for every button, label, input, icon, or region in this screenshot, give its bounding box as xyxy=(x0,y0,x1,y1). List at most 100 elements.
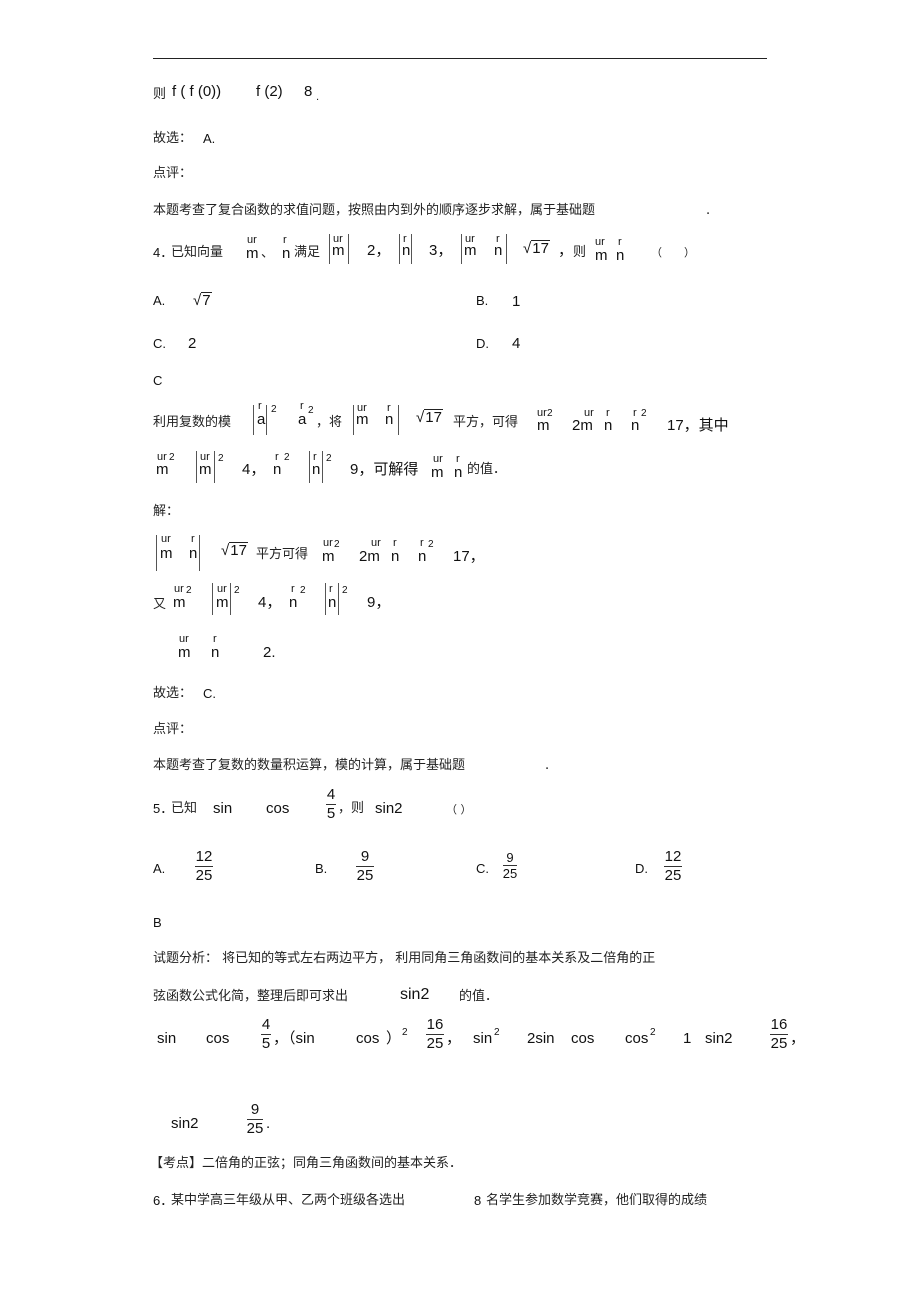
option-d-value: 4 xyxy=(512,335,521,352)
review-text: 本题考查了复合函数的求值问题，按照由内到外的顺序逐步求解，属于基础题 xyxy=(153,203,596,218)
radicand: 17 xyxy=(424,409,443,426)
math-expr: 2m xyxy=(572,417,593,434)
separator: 、 xyxy=(261,246,275,261)
period: . xyxy=(545,758,550,773)
option-a-value: √7 xyxy=(193,292,212,309)
vector-m: m xyxy=(595,247,608,264)
fraction-9-25: 9 25 xyxy=(244,1101,266,1138)
superscript: 2 xyxy=(326,453,332,464)
analysis-text: 平方，可得 xyxy=(453,415,519,430)
sqrt-17: √17 xyxy=(523,240,550,257)
numerator: 9 xyxy=(360,848,370,865)
abs-bar xyxy=(322,451,323,483)
numerator: 16 xyxy=(426,1016,444,1033)
superscript: 2 xyxy=(169,452,175,463)
abs-bar xyxy=(325,583,326,615)
math-sin2: sin2 xyxy=(375,800,403,817)
abs-bar xyxy=(212,583,213,615)
superscript: 2 xyxy=(650,1027,656,1038)
question-stem: 则 xyxy=(573,245,587,260)
abs-bar xyxy=(156,535,157,571)
superscript: 2 xyxy=(402,1027,408,1038)
comma: ， xyxy=(446,1030,462,1047)
question-stem: 某中学高三年级从甲、乙两个班级各选出 xyxy=(171,1193,406,1208)
analysis-text: 9，可解得 xyxy=(350,461,419,478)
math-value: 2， xyxy=(367,242,391,259)
option-d-label: D. xyxy=(476,336,489,351)
paren-close: ） xyxy=(386,1030,402,1047)
numerator: 12 xyxy=(664,848,682,865)
sqrt-17: √17 xyxy=(221,542,248,559)
superscript: 2 xyxy=(284,452,290,463)
option-a-value: 12 25 xyxy=(193,848,215,885)
option-b-value: 9 25 xyxy=(354,848,376,885)
analysis-text: 的值． xyxy=(467,462,507,477)
abs-bar xyxy=(253,405,254,435)
solution-text: 又 xyxy=(153,597,167,612)
option-c-value: 9 25 xyxy=(500,850,520,881)
abs-bar xyxy=(309,451,310,483)
vector-m: m xyxy=(464,242,477,259)
math-one: 1 xyxy=(683,1030,692,1047)
numerator: 4 xyxy=(326,786,336,803)
math-text: ，（sin xyxy=(273,1030,315,1047)
question-stem: ，则 xyxy=(338,801,365,816)
header-rule xyxy=(153,58,767,59)
superscript: 2 xyxy=(234,585,240,596)
answer-letter: C xyxy=(153,373,163,388)
abs-bar xyxy=(266,405,267,435)
vector-a: a xyxy=(298,411,307,428)
answer-value: C. xyxy=(203,686,216,701)
math-expr: 2m xyxy=(359,548,380,565)
option-d-label: D. xyxy=(635,861,648,876)
analysis-text: ，将 xyxy=(316,415,343,430)
vector-n: n xyxy=(616,247,625,264)
option-c-label: C. xyxy=(476,861,489,876)
option-b-label: B. xyxy=(315,861,328,876)
answer-paren: （ ） xyxy=(651,246,695,259)
fraction-4-5: 4 5 xyxy=(259,1016,273,1053)
vector-m: m xyxy=(178,644,191,661)
math-sin2: sin2 xyxy=(400,986,430,1003)
radicand: 7 xyxy=(201,292,212,309)
fraction-16-25: 16 25 xyxy=(424,1016,446,1053)
vector-m: m xyxy=(356,411,369,428)
period: . xyxy=(706,203,711,218)
vector-n: n xyxy=(604,417,613,434)
math-cos: cos xyxy=(625,1030,649,1047)
vector-n: n xyxy=(494,242,503,259)
vector-a: a xyxy=(257,411,266,428)
vector-m: m xyxy=(160,545,173,562)
abs-bar xyxy=(506,234,507,264)
vector-n: n xyxy=(312,461,321,478)
vector-n: n xyxy=(418,548,427,565)
abs-bar xyxy=(398,405,399,435)
review-label: 点评： xyxy=(153,166,193,181)
superscript: 2 xyxy=(494,1027,500,1038)
math-expr: f (2) xyxy=(256,83,283,100)
math-sin: sin xyxy=(213,800,233,817)
vector-n: n xyxy=(402,242,411,259)
question-stem: 已知向量 xyxy=(171,245,224,260)
vector-m: m xyxy=(431,464,444,481)
math-expr: f ( f (0)) xyxy=(172,83,222,100)
sqrt-17: √17 xyxy=(416,409,443,426)
period: . xyxy=(266,1115,271,1132)
analysis-text: 4， xyxy=(242,461,266,478)
numerator: 4 xyxy=(261,1016,271,1033)
vector-m: m xyxy=(216,594,229,611)
superscript: 2 xyxy=(186,585,192,596)
abs-bar xyxy=(411,234,412,264)
math-value: 3， xyxy=(429,242,453,259)
denominator: 25 xyxy=(356,867,374,884)
comma: ， xyxy=(558,242,574,259)
numerator: 9 xyxy=(250,1101,260,1118)
vector-m: m xyxy=(332,242,345,259)
vector-m: m xyxy=(199,461,212,478)
solution-label: 解： xyxy=(153,504,180,519)
numerator: 16 xyxy=(770,1016,788,1033)
radicand: 17 xyxy=(229,542,248,559)
analysis-text: 弦函数公式化简，整理后即可求出 xyxy=(153,989,349,1004)
superscript: 2 xyxy=(428,539,434,550)
solution-text: 17， xyxy=(453,548,485,565)
